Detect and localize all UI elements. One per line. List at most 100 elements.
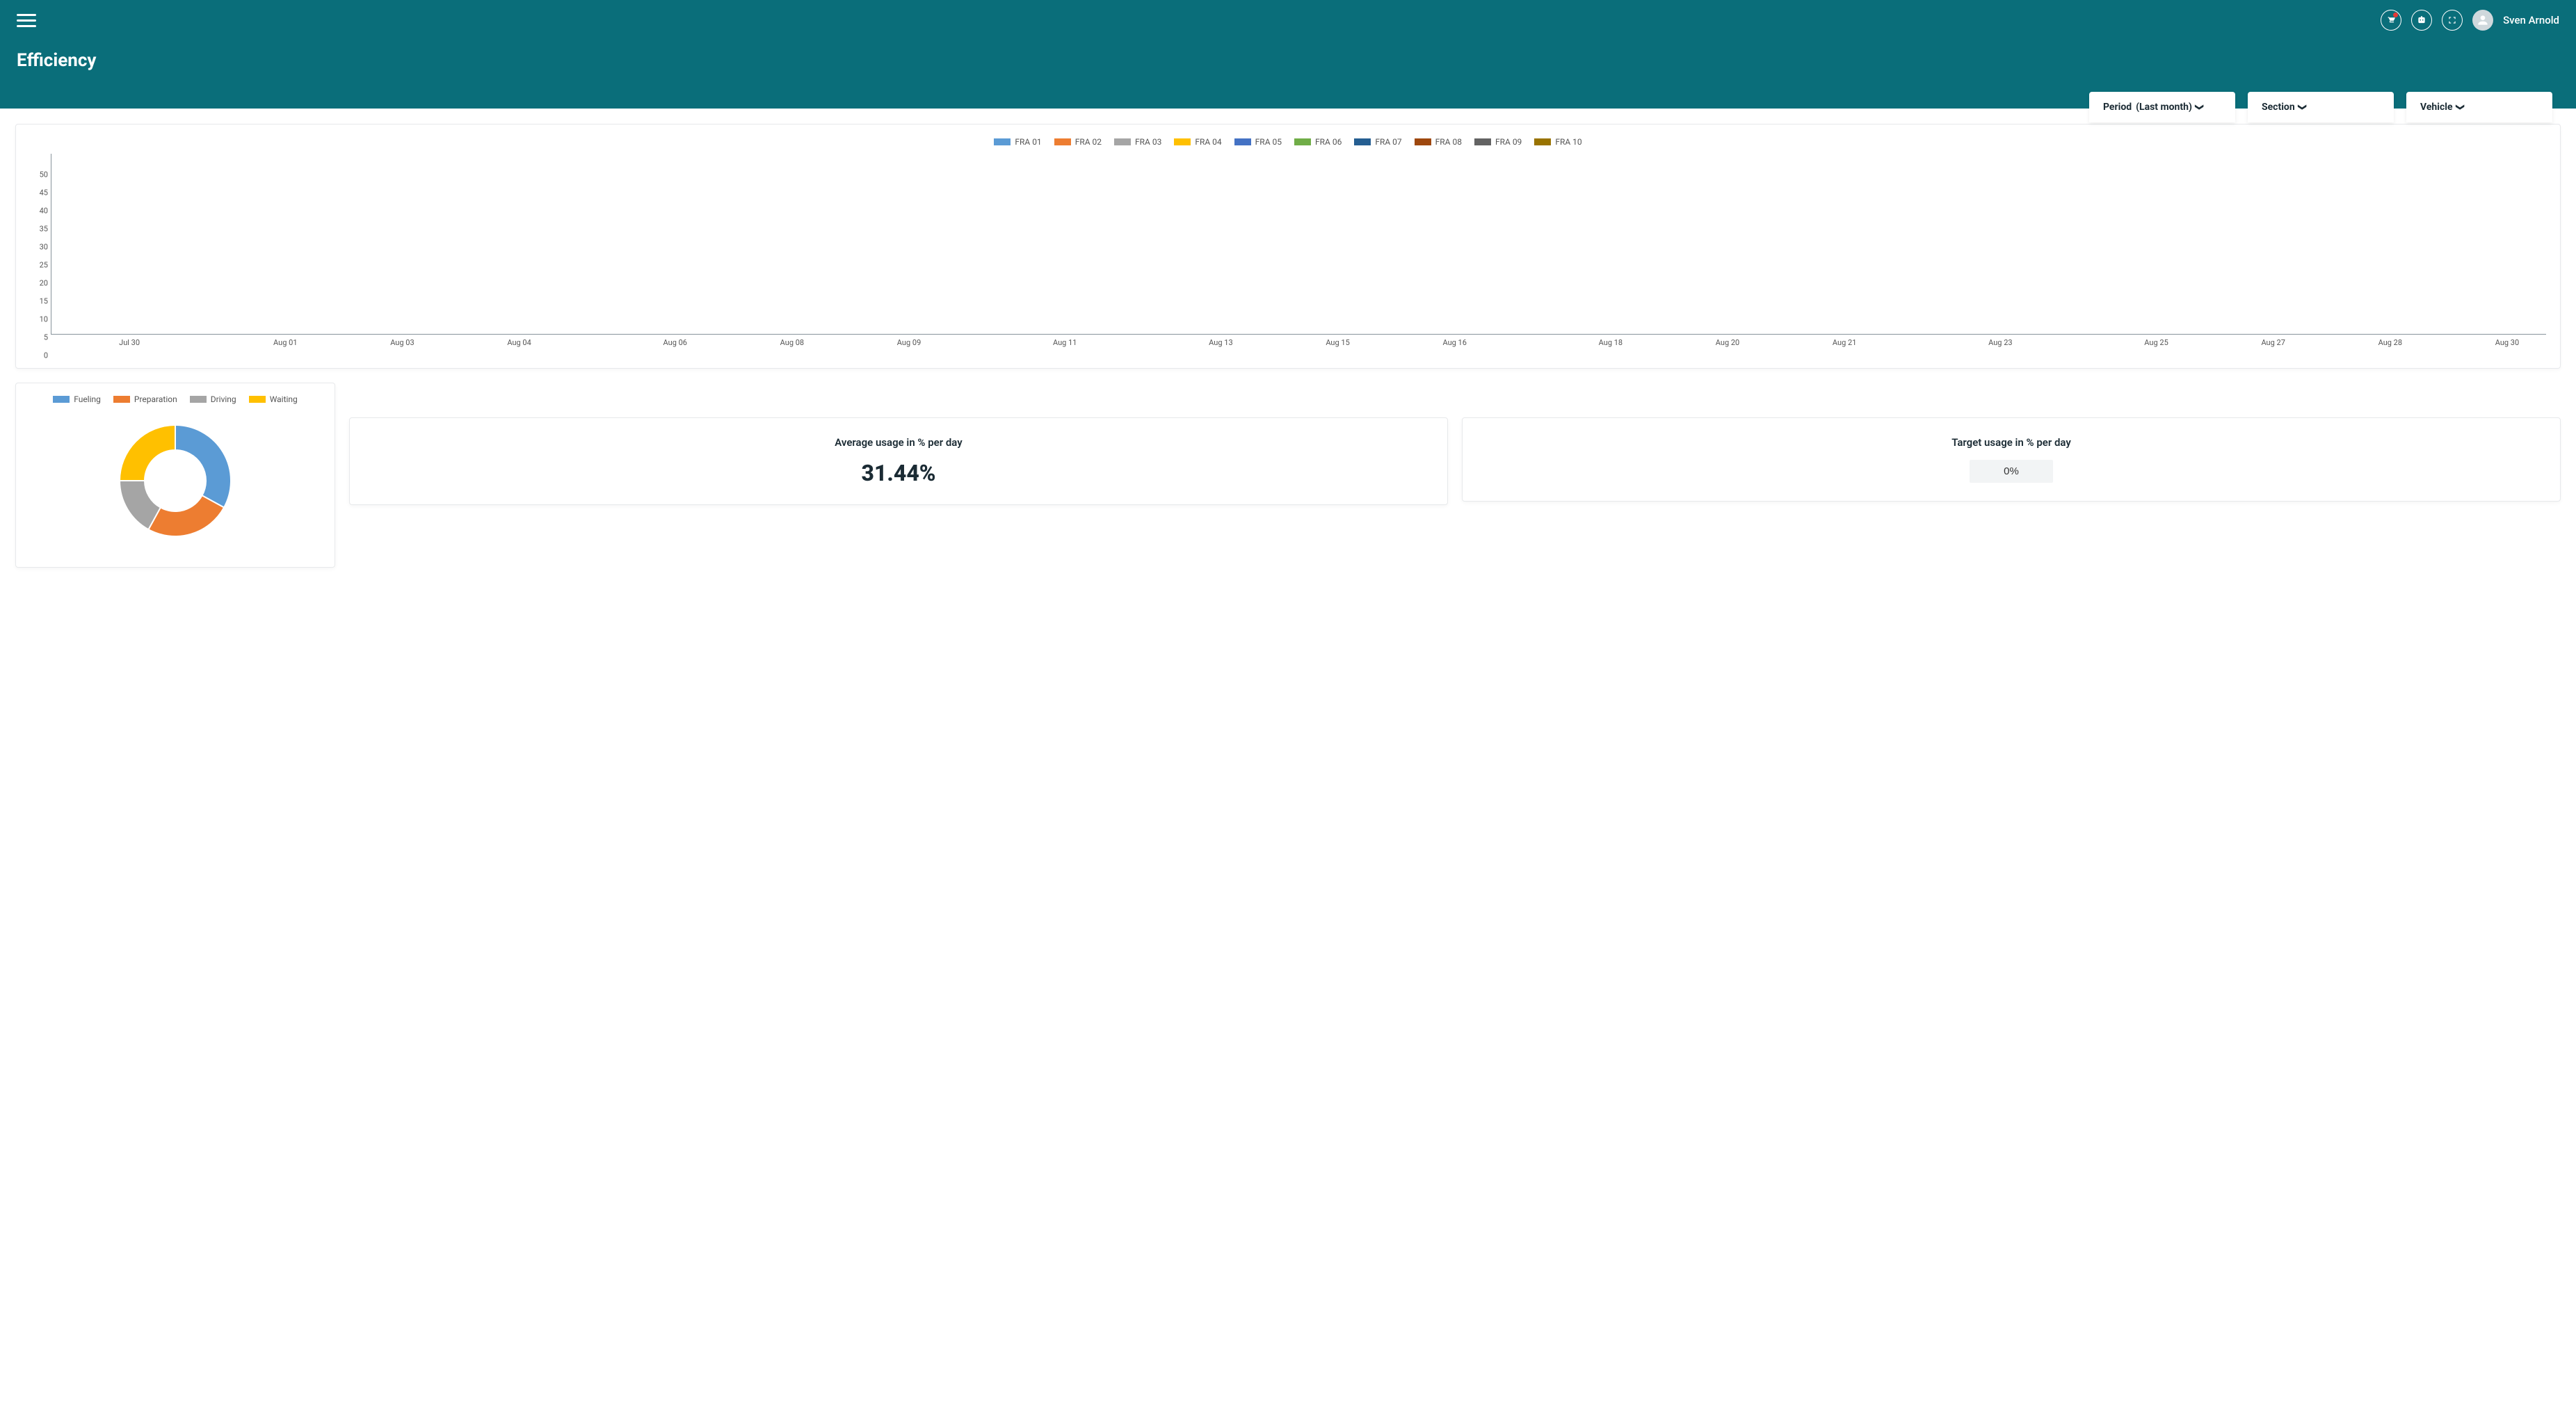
legend-item[interactable]: FRA 01 [994,137,1041,147]
x-tick: Aug 21 [1766,334,1922,347]
avatar[interactable] [2472,10,2493,31]
legend-label: FRA 09 [1495,137,1522,147]
kpi-average-title: Average usage in % per day [364,436,1433,449]
legend-label: FRA 05 [1255,137,1282,147]
filter-section[interactable]: Section ❯ [2248,92,2394,122]
legend-swatch [1054,138,1071,145]
legend-label: FRA 08 [1435,137,1462,147]
x-tick: Aug 09 [831,334,987,347]
legend-label: FRA 10 [1555,137,1581,147]
y-tick: 35 [30,225,48,234]
y-tick: 25 [30,261,48,270]
filter-period-value: (Last month) [2136,102,2192,113]
y-tick: 45 [30,189,48,198]
notification-badge [2393,13,2398,17]
legend-swatch [1415,138,1431,145]
legend-swatch [1234,138,1251,145]
kpi-average-value: 31.44% [364,460,1433,486]
chevron-down-icon: ❯ [2456,104,2465,111]
legend-item[interactable]: FRA 03 [1114,137,1161,147]
y-tick: 10 [30,315,48,324]
header: Sven Arnold Efficiency Period (Last mont… [0,0,2576,109]
legend-item[interactable]: Preparation [113,394,177,404]
bar-chart-plot: Jul 30Aug 01Aug 03Aug 04Aug 06Aug 08Aug … [51,154,2546,335]
legend-item[interactable]: Fueling [53,394,101,404]
bar-chart: 05101520253035404550 Jul 30Aug 01Aug 03A… [30,154,2546,355]
header-right: Sven Arnold [2381,10,2559,31]
x-tick: Aug 20 [1689,334,1766,347]
y-tick: 20 [30,279,48,288]
bar-chart-card: FRA 01 FRA 02 FRA 03 FRA 04 FRA 05 FRA 06 FRA … [15,124,2561,369]
page-title: Efficiency [17,50,2559,71]
legend-swatch [53,396,70,403]
x-tick: Aug 28 [2312,334,2468,347]
legend-item[interactable]: FRA 09 [1474,137,1522,147]
legend-item[interactable]: FRA 10 [1534,137,1581,147]
x-tick: Aug 15 [1299,334,1377,347]
legend-item[interactable]: FRA 08 [1415,137,1462,147]
filter-section-label: Section [2262,102,2295,113]
legend-label: Waiting [270,394,298,404]
hamburger-menu-icon[interactable] [17,10,36,31]
legend-label: FRA 06 [1315,137,1342,147]
y-tick: 5 [30,333,48,342]
x-tick: Aug 08 [753,334,831,347]
legend-swatch [113,396,130,403]
legend-item[interactable]: FRA 06 [1294,137,1342,147]
legend-label: Driving [211,394,236,404]
x-tick: Aug 13 [1143,334,1298,347]
user-name-label: Sven Arnold [2503,14,2559,26]
x-tick: Aug 25 [2078,334,2234,347]
x-tick: Aug 03 [363,334,441,347]
legend-item[interactable]: FRA 02 [1054,137,1102,147]
x-tick: Aug 27 [2235,334,2312,347]
legend-item[interactable]: FRA 04 [1174,137,1221,147]
legend-label: FRA 02 [1075,137,1102,147]
legend-label: Preparation [134,394,177,404]
kpi-target-title: Target usage in % per day [1476,436,2546,449]
content: FRA 01 FRA 02 FRA 03 FRA 04 FRA 05 FRA 06 FRA … [0,109,2576,583]
legend-label: FRA 04 [1195,137,1221,147]
legend-item[interactable]: FRA 05 [1234,137,1282,147]
bar-chart-y-axis: 05101520253035404550 [30,154,51,355]
donut-slice [120,425,175,481]
cart-icon[interactable] [2381,10,2401,31]
x-tick: Aug 16 [1377,334,1533,347]
legend-item[interactable]: Waiting [249,394,298,404]
kpi-target: Target usage in % per day [1462,417,2561,502]
y-tick: 0 [30,351,48,360]
chevron-down-icon: ❯ [2298,104,2308,111]
legend-label: FRA 07 [1375,137,1401,147]
filter-period-label: Period [2103,102,2132,113]
fullscreen-icon[interactable] [2442,10,2463,31]
x-tick: Aug 11 [987,334,1143,347]
bar-chart-legend: FRA 01 FRA 02 FRA 03 FRA 04 FRA 05 FRA 06 FRA … [30,137,2546,147]
legend-swatch [1294,138,1311,145]
legend-swatch [1474,138,1491,145]
y-tick: 50 [30,170,48,179]
x-tick: Aug 30 [2468,334,2546,347]
legend-item[interactable]: Driving [190,394,236,404]
x-tick: Aug 18 [1533,334,1689,347]
bottom-row: Fueling Preparation Driving Waiting Average… [15,383,2561,568]
donut-chart [29,411,322,550]
legend-swatch [1534,138,1551,145]
x-tick: Jul 30 [51,334,207,347]
kpi-target-input[interactable] [1970,460,2053,483]
legend-swatch [1174,138,1191,145]
kpi-average: Average usage in % per day 31.44% [349,417,1448,505]
legend-swatch [994,138,1011,145]
robot-icon[interactable] [2411,10,2432,31]
y-tick: 15 [30,297,48,306]
x-tick: Aug 04 [441,334,597,347]
donut-slice [148,495,224,536]
kpi-row: Average usage in % per day 31.44% Target… [349,417,2561,568]
filter-period[interactable]: Period (Last month) ❯ [2089,92,2235,122]
legend-swatch [1354,138,1371,145]
legend-item[interactable]: FRA 07 [1354,137,1401,147]
filter-vehicle[interactable]: Vehicle ❯ [2406,92,2552,122]
legend-swatch [1114,138,1131,145]
donut-legend: Fueling Preparation Driving Waiting [29,394,322,404]
legend-swatch [190,396,207,403]
y-tick: 30 [30,243,48,252]
